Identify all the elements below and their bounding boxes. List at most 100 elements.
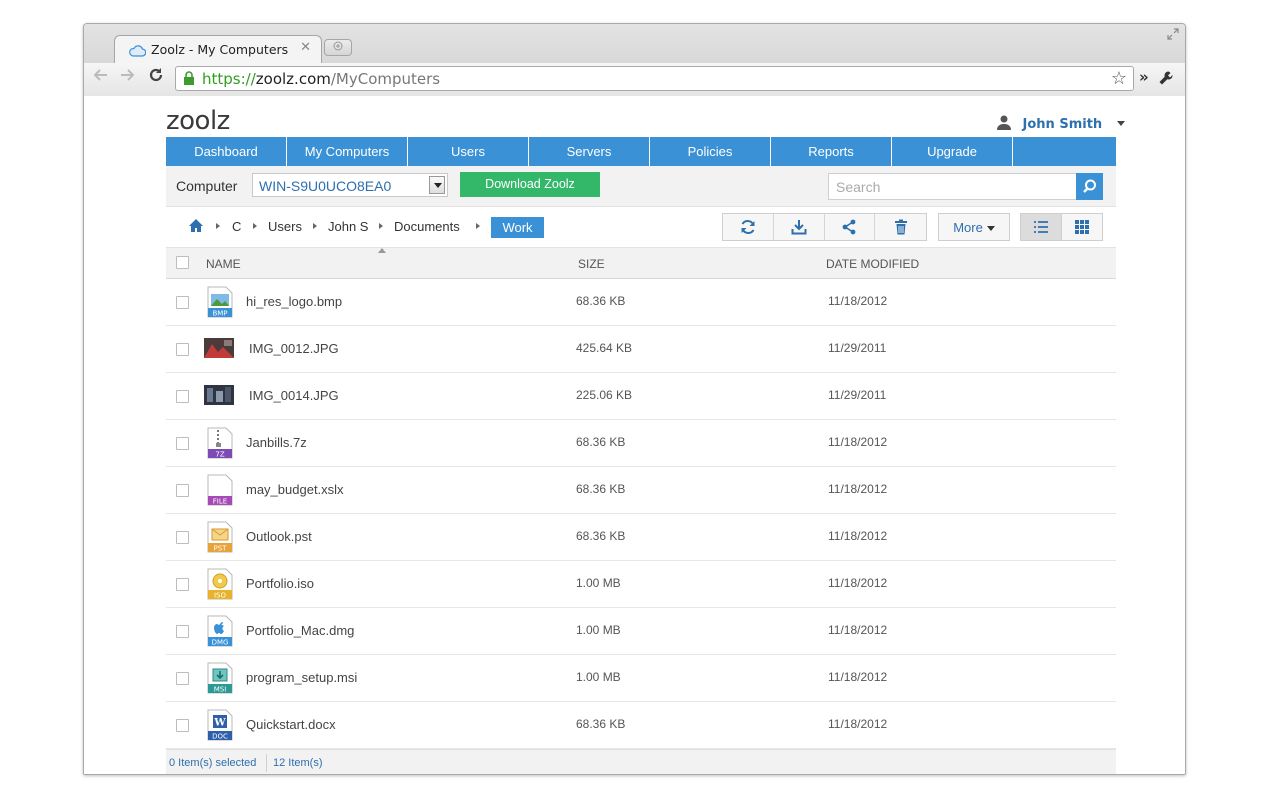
search-input[interactable]: Search [828, 173, 1077, 200]
file-size: 425.64 KB [576, 341, 633, 355]
row-checkbox[interactable] [176, 484, 189, 497]
nav-my-computers[interactable]: My Computers [287, 137, 408, 166]
zoolz-logo[interactable]: zoolz [166, 106, 230, 136]
file-name[interactable]: Outlook.pst [246, 529, 312, 544]
bookmark-star-icon[interactable]: ☆ [1111, 68, 1127, 89]
cloud-favicon-icon [129, 42, 147, 61]
fullscreen-icon[interactable] [1167, 28, 1179, 43]
table-row[interactable]: MSI program_setup.msi 1.00 MB 11/18/2012 [166, 655, 1116, 702]
file-name[interactable]: IMG_0014.JPG [249, 388, 339, 403]
table-row[interactable]: PST Outlook.pst 68.36 KB 11/18/2012 [166, 514, 1116, 561]
breadcrumb-item-c[interactable]: C [232, 219, 241, 234]
search-button[interactable] [1076, 173, 1103, 200]
table-row[interactable]: BMP hi_res_logo.bmp 68.36 KB 11/18/2012 [166, 279, 1116, 326]
user-menu[interactable]: John Smith [996, 113, 1125, 132]
installer-file-icon: MSI [206, 662, 234, 694]
more-button[interactable]: More [938, 213, 1010, 241]
file-date: 11/29/2011 [828, 341, 887, 355]
forward-arrow-icon[interactable] [119, 67, 135, 88]
file-date: 11/18/2012 [828, 670, 888, 684]
file-actions [722, 213, 927, 241]
dropdown-arrow-icon[interactable] [429, 176, 445, 194]
delete-button[interactable] [875, 214, 926, 240]
table-row[interactable]: DMG Portfolio_Mac.dmg 1.00 MB 11/18/2012 [166, 608, 1116, 655]
file-size: 68.36 KB [576, 717, 626, 731]
file-name[interactable]: IMG_0012.JPG [249, 341, 339, 356]
file-name[interactable]: hi_res_logo.bmp [246, 294, 342, 309]
file-name[interactable]: Janbills.7z [246, 435, 307, 450]
file-list: BMP hi_res_logo.bmp 68.36 KB 11/18/2012 … [166, 279, 1116, 749]
breadcrumb-item-john-s[interactable]: John S [328, 219, 368, 234]
table-row[interactable]: IMG_0014.JPG 225.06 KB 11/29/2011 [166, 373, 1116, 420]
trash-icon [894, 219, 907, 235]
computer-select[interactable]: WIN-S9U0UCO8EA0 [252, 173, 448, 197]
tab-close-icon[interactable]: ✕ [300, 40, 311, 55]
breadcrumb-separator-icon [216, 223, 220, 229]
computer-filter-bar: Computer WIN-S9U0UCO8EA0 Download Zoolz … [166, 166, 1116, 207]
file-date: 11/18/2012 [828, 717, 888, 731]
file-size: 225.06 KB [576, 388, 633, 402]
file-name[interactable]: Portfolio_Mac.dmg [246, 623, 354, 638]
column-name-header[interactable]: NAME [206, 257, 241, 271]
download-icon [791, 220, 807, 235]
row-checkbox[interactable] [176, 531, 189, 544]
home-icon[interactable] [188, 218, 204, 237]
browser-tab[interactable]: Zoolz - My Computers ✕ [114, 35, 322, 63]
nav-servers[interactable]: Servers [529, 137, 650, 166]
table-row[interactable]: 7Z Janbills.7z 68.36 KB 11/18/2012 [166, 420, 1116, 467]
mac-dmg-icon: DMG [206, 615, 234, 647]
reload-icon[interactable] [148, 67, 164, 88]
breadcrumb-item-work[interactable]: Work [491, 217, 544, 238]
row-checkbox[interactable] [176, 719, 189, 732]
file-size: 68.36 KB [576, 294, 626, 308]
nav-policies[interactable]: Policies [650, 137, 771, 166]
list-view-button[interactable] [1021, 214, 1062, 240]
file-name[interactable]: Portfolio.iso [246, 576, 314, 591]
svg-text:BMP: BMP [212, 310, 227, 318]
row-checkbox[interactable] [176, 437, 189, 450]
extensions-chevron-icon[interactable]: » [1139, 68, 1149, 86]
table-row[interactable]: IMG_0012.JPG 425.64 KB 11/29/2011 [166, 326, 1116, 373]
table-row[interactable]: ISO Portfolio.iso 1.00 MB 11/18/2012 [166, 561, 1116, 608]
table-row[interactable]: W DOC Quickstart.docx 68.36 KB 11/18/2012 [166, 702, 1116, 749]
file-name[interactable]: Quickstart.docx [246, 717, 336, 732]
file-name[interactable]: may_budget.xslx [246, 482, 344, 497]
breadcrumb-item-users[interactable]: Users [268, 219, 302, 234]
disc-image-icon: ISO [206, 568, 234, 600]
share-button[interactable] [825, 214, 876, 240]
main-nav: Dashboard My Computers Users Servers Pol… [166, 137, 1116, 166]
select-all-checkbox[interactable] [176, 256, 189, 269]
nav-upgrade[interactable]: Upgrade [892, 137, 1013, 166]
row-checkbox[interactable] [176, 625, 189, 638]
view-toggle [1020, 213, 1103, 241]
column-date-header[interactable]: DATE MODIFIED [826, 257, 919, 271]
download-button[interactable] [774, 214, 825, 240]
browser-chrome: Zoolz - My Computers ✕ https://zoolz.com… [84, 24, 1185, 96]
row-checkbox[interactable] [176, 672, 189, 685]
row-checkbox[interactable] [176, 343, 189, 356]
nav-reports[interactable]: Reports [771, 137, 892, 166]
wrench-icon[interactable] [1158, 70, 1174, 90]
breadcrumb-item-documents[interactable]: Documents [394, 219, 460, 234]
file-name[interactable]: program_setup.msi [246, 670, 357, 685]
refresh-button[interactable] [723, 214, 774, 240]
nav-dashboard[interactable]: Dashboard [166, 137, 287, 166]
download-zoolz-button[interactable]: Download Zoolz [460, 172, 600, 197]
share-icon [842, 219, 856, 235]
new-tab-button[interactable] [324, 39, 352, 56]
row-checkbox[interactable] [176, 390, 189, 403]
more-label: More [953, 220, 983, 235]
back-arrow-icon[interactable] [93, 67, 109, 88]
breadcrumb-separator-icon [313, 223, 317, 229]
url-domain: zoolz.com [255, 70, 331, 88]
file-size: 1.00 MB [576, 670, 621, 684]
row-checkbox[interactable] [176, 578, 189, 591]
grid-view-button[interactable] [1061, 214, 1102, 240]
nav-users[interactable]: Users [408, 137, 529, 166]
column-size-header[interactable]: SIZE [578, 257, 605, 271]
grid-view-icon [1074, 220, 1089, 234]
row-checkbox[interactable] [176, 296, 189, 309]
address-bar[interactable]: https://zoolz.com/MyComputers ☆ [175, 66, 1134, 91]
table-row[interactable]: FILE may_budget.xslx 68.36 KB 11/18/2012 [166, 467, 1116, 514]
breadcrumb-separator-icon [476, 223, 480, 229]
